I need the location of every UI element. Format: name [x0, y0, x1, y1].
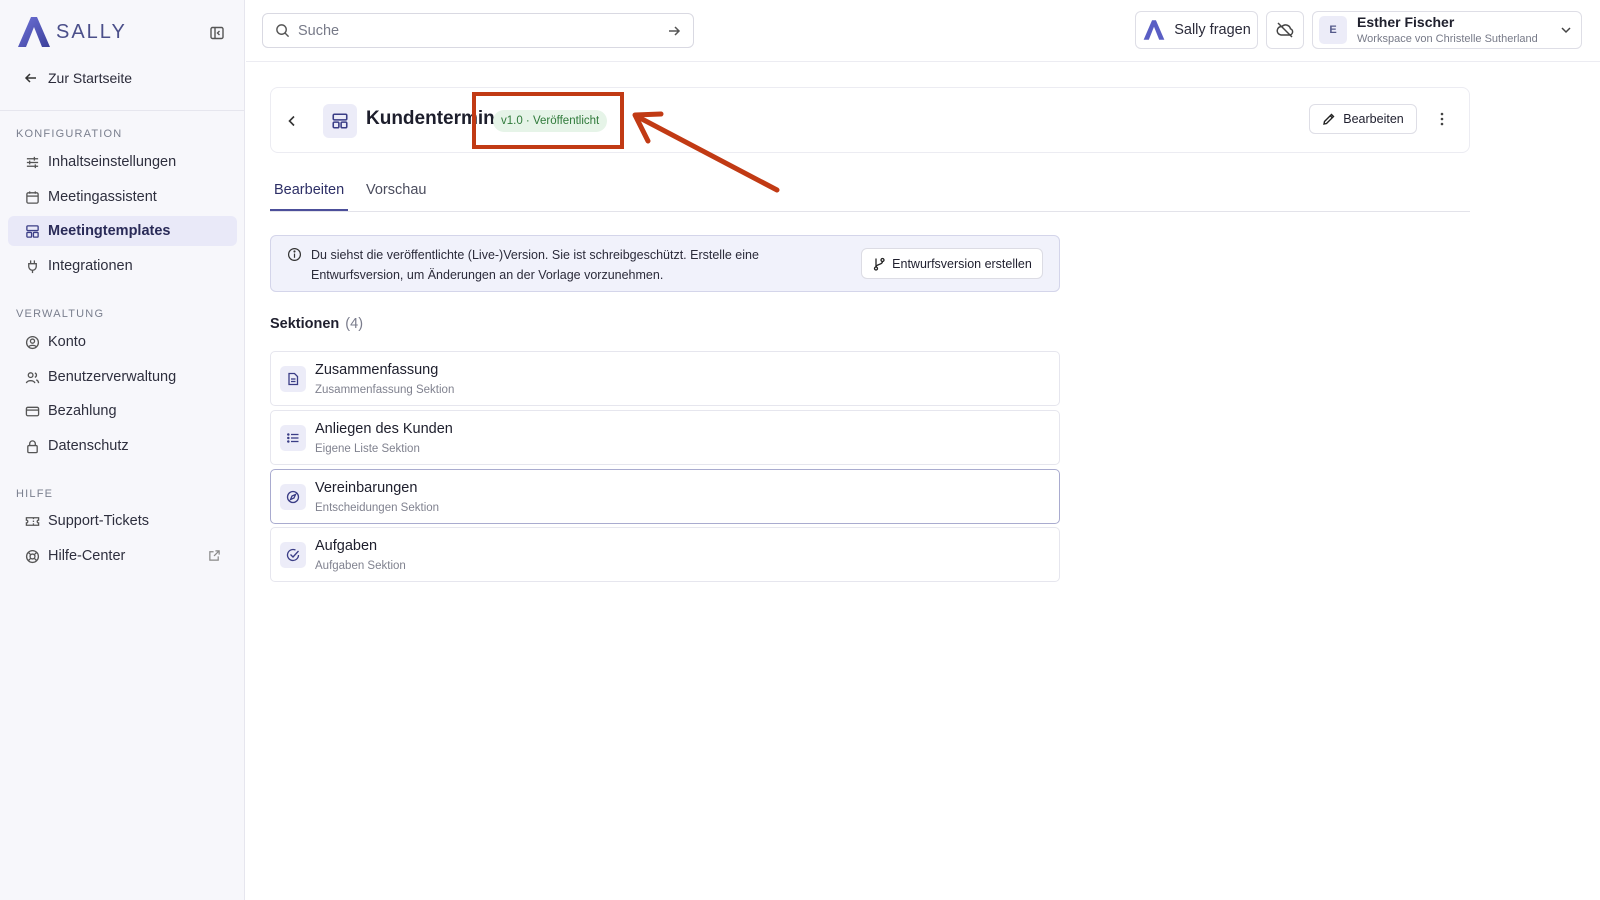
create-draft-button[interactable]: Entwurfsversion erstellen: [861, 248, 1043, 279]
sidebar-item-label: Meetingtemplates: [48, 223, 171, 239]
calendar-icon: [24, 189, 40, 205]
home-link[interactable]: Zur Startseite: [24, 66, 132, 90]
group-label-verwaltung: VERWALTUNG: [16, 308, 105, 320]
check-circle-icon: [280, 542, 306, 568]
layout-template-icon: [24, 223, 40, 239]
sidebar-item-label: Benutzerverwaltung: [48, 369, 177, 385]
section-subtitle: Entscheidungen Sektion: [315, 502, 440, 514]
plug-icon: [24, 258, 40, 274]
arrow-right-icon[interactable]: [667, 24, 681, 38]
sidebar-item-konto[interactable]: Konto: [8, 327, 237, 357]
ticket-icon: [24, 513, 40, 529]
section-row-aufgaben[interactable]: Aufgaben Aufgaben Sektion: [270, 527, 1060, 582]
section-row-anliegen-des-kunden[interactable]: Anliegen des Kunden Eigene Liste Sektion: [270, 410, 1060, 465]
sidebar-item-benutzerverwaltung[interactable]: Benutzerverwaltung: [8, 362, 237, 392]
search-bar[interactable]: [262, 13, 694, 48]
sidebar-item-datenschutz[interactable]: Datenschutz: [8, 431, 237, 461]
sidebar-item-meetingassistent[interactable]: Meetingassistent: [8, 182, 237, 212]
sidebar-toggle-icon: [210, 26, 224, 40]
section-row-zusammenfassung[interactable]: Zusammenfassung Zusammenfassung Sektion: [270, 351, 1060, 406]
search-icon: [276, 24, 290, 38]
pencil-icon: [1323, 113, 1335, 125]
sidebar-item-hilfe-center[interactable]: Hilfe-Center: [8, 541, 237, 571]
section-title: Zusammenfassung: [315, 362, 439, 378]
tab-vorschau[interactable]: Vorschau: [362, 182, 430, 211]
document-icon: [280, 366, 306, 392]
sidebar-item-label: Meetingassistent: [48, 189, 157, 205]
sally-logo-icon: [1143, 20, 1165, 40]
external-link-icon: [209, 550, 220, 561]
app-name: SALLY: [56, 20, 127, 43]
sidebar-item-label: Integrationen: [48, 258, 133, 274]
section-title: Vereinbarungen: [315, 480, 418, 496]
read-only-notice: Du siehst die veröffentlichte (Live-)Ver…: [270, 235, 1060, 292]
user-info: Esther Fischer Workspace von Christelle …: [1357, 14, 1559, 45]
section-subtitle: Zusammenfassung Sektion: [315, 384, 455, 396]
logo[interactable]: SALLY: [16, 14, 228, 50]
lock-icon: [24, 438, 40, 454]
avatar: E: [1319, 16, 1347, 44]
tab-bar: Bearbeiten Vorschau: [270, 178, 1470, 212]
cloud-off-icon: [1276, 22, 1294, 38]
section-title: Anliegen des Kunden: [315, 421, 453, 437]
sections-heading-label: Sektionen: [270, 316, 340, 332]
credit-card-icon: [24, 403, 40, 419]
layout-template-icon: [323, 104, 357, 138]
group-label-hilfe: HILFE: [16, 488, 54, 500]
sidebar: SALLY Zur Startseite KONFIGURATION Inhal…: [0, 0, 245, 900]
ask-sally-label: Sally fragen: [1174, 22, 1251, 38]
collapse-sidebar-button[interactable]: [206, 22, 228, 44]
chevron-down-icon: [1561, 27, 1571, 34]
git-branch-icon: [874, 257, 885, 271]
sidebar-item-label: Konto: [48, 334, 86, 350]
sidebar-item-label: Support-Tickets: [48, 513, 149, 529]
sidebar-item-label: Inhaltseinstellungen: [48, 154, 177, 170]
edit-button-label: Bearbeiten: [1343, 112, 1404, 126]
user-workspace: Workspace von Christelle Sutherland: [1357, 32, 1538, 45]
section-row-vereinbarungen[interactable]: Vereinbarungen Entscheidungen Sektion: [270, 469, 1060, 524]
more-vertical-icon: [1440, 112, 1444, 126]
sections-count: (4): [345, 316, 364, 332]
compass-icon: [280, 484, 306, 510]
tab-bearbeiten[interactable]: Bearbeiten: [270, 182, 349, 211]
create-draft-label: Entwurfsversion erstellen: [892, 256, 1032, 271]
section-subtitle: Eigene Liste Sektion: [315, 443, 420, 455]
section-title: Aufgaben: [315, 538, 378, 554]
sidebar-item-label: Hilfe-Center: [48, 548, 126, 564]
home-link-label: Zur Startseite: [48, 70, 133, 86]
sliders-icon: [24, 154, 40, 170]
lifebuoy-icon: [24, 548, 40, 564]
sidebar-item-integrationen[interactable]: Integrationen: [8, 251, 237, 281]
sidebar-item-inhaltseinstellungen[interactable]: Inhaltseinstellungen: [8, 147, 237, 177]
sections-heading: Sektionen (4): [270, 316, 363, 332]
list-icon: [280, 425, 306, 451]
notice-text: Du siehst die veröffentlichte (Live-)Ver…: [311, 248, 759, 282]
sidebar-item-label: Datenschutz: [48, 438, 129, 454]
ask-sally-button[interactable]: Sally fragen: [1135, 11, 1258, 49]
section-subtitle: Aufgaben Sektion: [315, 560, 406, 572]
edit-button[interactable]: Bearbeiten: [1309, 104, 1417, 134]
more-options-button[interactable]: [1431, 108, 1453, 130]
info-icon: [287, 247, 302, 262]
sidebar-item-label: Bezahlung: [48, 403, 117, 419]
group-label-konfiguration: KONFIGURATION: [16, 128, 123, 140]
user-circle-icon: [24, 334, 40, 350]
cloud-off-button[interactable]: [1266, 11, 1304, 49]
sidebar-item-support-tickets[interactable]: Support-Tickets: [8, 506, 237, 536]
annotation-highlight-box: [472, 92, 624, 149]
users-icon: [24, 369, 40, 385]
user-menu[interactable]: E Esther Fischer Workspace von Christell…: [1312, 11, 1582, 49]
search-input[interactable]: [298, 22, 667, 39]
arrow-left-icon: [24, 73, 36, 83]
chevron-left-icon: [288, 115, 295, 127]
back-button[interactable]: [281, 110, 303, 132]
template-header: Kundentermin v1.0 · Veröffentlicht Bearb…: [270, 87, 1470, 153]
topbar: Sally fragen E Esther Fischer Workspace …: [246, 0, 1600, 62]
user-name: Esther Fischer: [1357, 14, 1455, 31]
sally-logo-icon: [18, 17, 50, 47]
sidebar-item-meetingtemplates[interactable]: Meetingtemplates: [8, 216, 237, 246]
sidebar-item-bezahlung[interactable]: Bezahlung: [8, 396, 237, 426]
sidebar-divider: [0, 110, 245, 111]
